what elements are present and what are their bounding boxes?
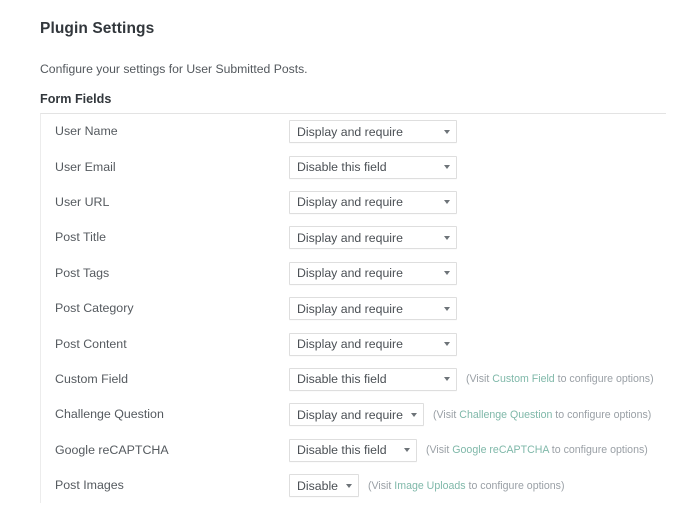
form-field-row: Post Content Display and require <box>41 326 666 361</box>
field-hint: (Visit Challenge Question to configure o… <box>433 409 651 421</box>
field-select-value: Display and require <box>297 337 403 352</box>
page-subtitle: Configure your settings for User Submitt… <box>40 62 308 77</box>
field-hint: (Visit Custom Field to configure options… <box>466 373 654 385</box>
chevron-down-icon <box>444 306 450 311</box>
field-label: Post Tags <box>55 265 110 280</box>
field-hint-suffix: to configure options) <box>552 408 652 421</box>
chevron-down-icon <box>444 165 450 170</box>
form-field-row: Challenge Question Display and require (Vi… <box>41 397 666 432</box>
field-control: Display and require <box>289 120 666 144</box>
field-hint-suffix: to configure options) <box>465 479 565 492</box>
chevron-down-icon <box>404 448 410 453</box>
field-select-value: Display and require <box>297 266 403 281</box>
field-label: Google reCAPTCHA <box>55 442 169 457</box>
field-control: Display and require <box>289 261 666 285</box>
field-control: Display and require (Visit Challenge Ques… <box>289 403 666 427</box>
field-hint-prefix: (Visit <box>433 408 460 421</box>
field-hint: (Visit Image Uploads to configure option… <box>368 480 565 492</box>
field-label: User Email <box>55 159 116 174</box>
field-control: Disable (Visit Image Uploads to configure… <box>289 474 666 498</box>
field-select[interactable]: Display and require <box>289 190 457 214</box>
field-select[interactable]: Display and require <box>289 332 457 356</box>
field-select-value: Disable this field <box>297 443 387 458</box>
field-select[interactable]: Display and require <box>289 261 457 285</box>
form-field-row: Post Tags Display and require <box>41 256 666 291</box>
field-select[interactable]: Disable this field <box>289 367 457 391</box>
form-field-row: Post Title Display and require <box>41 220 666 255</box>
field-select[interactable]: Display and require <box>289 403 424 427</box>
field-control: Display and require <box>289 226 666 250</box>
chevron-down-icon <box>411 412 417 417</box>
chevron-down-icon <box>444 235 450 240</box>
field-hint-link[interactable]: Google reCAPTCHA <box>452 444 549 456</box>
field-label: Post Category <box>55 301 134 316</box>
section-title-form-fields: Form Fields <box>40 92 112 107</box>
page-title: Plugin Settings <box>40 20 155 38</box>
form-field-row: User Email Disable this field <box>41 149 666 184</box>
field-control: Disable this field (Visit Custom Field to… <box>289 367 666 391</box>
field-select-value: Disable this field <box>297 160 387 175</box>
field-label: Custom Field <box>55 371 128 386</box>
field-label: User URL <box>55 195 110 210</box>
field-select-value: Display and require <box>297 301 403 316</box>
field-select-value: Display and require <box>297 230 403 245</box>
field-hint-suffix: to configure options) <box>548 444 648 457</box>
field-select[interactable]: Disable this field <box>289 438 417 462</box>
field-select[interactable]: Display and require <box>289 297 457 321</box>
field-select-value: Disable <box>297 478 339 493</box>
form-field-row: Post Category Display and require <box>41 291 666 326</box>
field-hint-link[interactable]: Custom Field <box>492 373 554 385</box>
chevron-down-icon <box>346 483 352 488</box>
chevron-down-icon <box>444 377 450 382</box>
field-control: Display and require <box>289 297 666 321</box>
form-field-row: Custom Field Disable this field (Visit Cus… <box>41 362 666 397</box>
field-hint-prefix: (Visit <box>466 373 493 386</box>
field-select[interactable]: Display and require <box>289 226 457 250</box>
field-label: Challenge Question <box>55 407 164 422</box>
form-field-row: Post Images Disable (Visit Image Uploads t… <box>41 468 666 503</box>
field-label: Post Title <box>55 230 106 245</box>
form-fields-table: User Name Display and require User Email Di… <box>40 113 666 504</box>
field-select-value: Display and require <box>297 195 403 210</box>
form-field-row: User URL Display and require <box>41 185 666 220</box>
field-select[interactable]: Disable <box>289 474 359 498</box>
field-select-value: Display and require <box>297 407 403 422</box>
field-hint-prefix: (Visit <box>426 444 453 457</box>
chevron-down-icon <box>444 271 450 276</box>
field-hint-link[interactable]: Challenge Question <box>459 409 552 421</box>
field-select-value: Disable this field <box>297 372 387 387</box>
field-select[interactable]: Disable this field <box>289 155 457 179</box>
field-hint: (Visit Google reCAPTCHA to configure opt… <box>426 444 648 456</box>
field-hint-prefix: (Visit <box>368 479 395 492</box>
field-label: Post Content <box>55 336 127 351</box>
form-field-row: User Name Display and require <box>41 114 666 149</box>
field-control: Display and require <box>289 190 666 214</box>
plugin-settings-page: Plugin Settings Configure your settings … <box>0 0 692 520</box>
field-hint-suffix: to configure options) <box>554 373 654 386</box>
field-label: Post Images <box>55 478 124 493</box>
field-control: Disable this field (Visit Google reCAPTCH… <box>289 438 666 462</box>
chevron-down-icon <box>444 200 450 205</box>
chevron-down-icon <box>444 342 450 347</box>
form-field-row: Google reCAPTCHA Disable this field (Visit… <box>41 433 666 468</box>
field-hint-link[interactable]: Image Uploads <box>394 480 465 492</box>
field-label: User Name <box>55 124 118 139</box>
field-control: Disable this field <box>289 155 666 179</box>
field-select-value: Display and require <box>297 124 403 139</box>
chevron-down-icon <box>444 129 450 134</box>
field-select[interactable]: Display and require <box>289 120 457 144</box>
field-control: Display and require <box>289 332 666 356</box>
